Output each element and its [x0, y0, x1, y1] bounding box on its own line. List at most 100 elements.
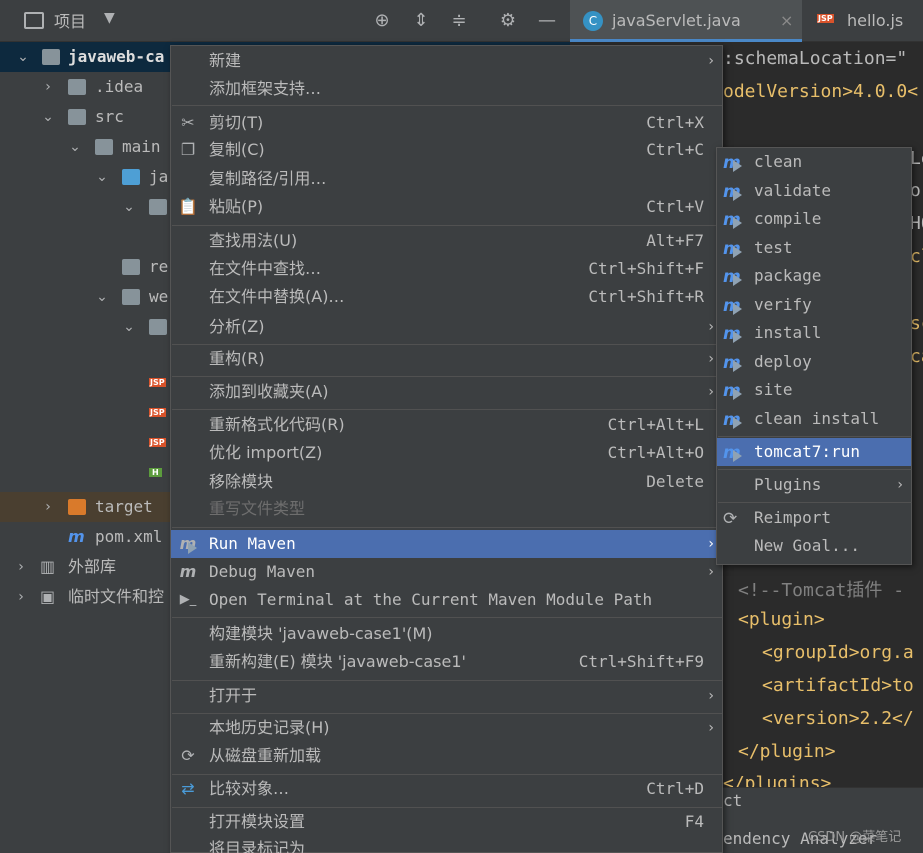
- submenu-label: site: [754, 380, 793, 399]
- menu-item-open-in[interactable]: 打开于 ›: [171, 682, 722, 710]
- menu-label: 添加框架支持…: [209, 79, 322, 98]
- chevron-right-icon[interactable]: ›: [13, 582, 29, 612]
- menu-item-module-settings[interactable]: 打开模块设置 F4: [171, 808, 722, 836]
- folder-icon: [95, 139, 113, 155]
- menu-item-analyze[interactable]: 分析(Z) ›: [171, 313, 722, 341]
- submenu-item-site[interactable]: m site: [717, 376, 911, 404]
- gear-icon[interactable]: ⚙: [497, 10, 519, 32]
- menu-label: 比较对象…: [209, 779, 290, 798]
- menu-item-copy[interactable]: ❐ 复制(C) Ctrl+C: [171, 136, 722, 164]
- tab-label: hello.js: [847, 11, 904, 30]
- submenu-item-clean-install[interactable]: m clean install: [717, 405, 911, 433]
- menu-shortcut: Ctrl+C: [646, 140, 704, 159]
- menu-item-refactor[interactable]: 重构(R) ›: [171, 345, 722, 373]
- menu-item-mark-directory-as[interactable]: 将目录标记为: [171, 835, 722, 853]
- close-icon[interactable]: ×: [780, 0, 793, 42]
- submenu-item-deploy[interactable]: m deploy: [717, 348, 911, 376]
- tab-hello[interactable]: JSP hello.js: [815, 0, 923, 42]
- submenu-item-clean[interactable]: m clean: [717, 148, 911, 176]
- menu-label: 重写文件类型: [209, 499, 306, 518]
- submenu-item-install[interactable]: m install: [717, 319, 911, 347]
- submenu-item-test[interactable]: m test: [717, 234, 911, 262]
- menu-separator: [172, 105, 722, 106]
- chevron-down-icon[interactable]: ▼: [104, 10, 115, 26]
- menu-item-run-maven[interactable]: m Run Maven ›: [171, 530, 722, 558]
- menu-item-add-framework[interactable]: 添加框架支持…: [171, 75, 722, 103]
- context-menu: 新建 › 添加框架支持… ✂ 剪切(T) Ctrl+X ❐ 复制(C) Ctrl+C 复制…: [170, 45, 723, 853]
- menu-item-copy-path[interactable]: 复制路径/引用…: [171, 165, 722, 193]
- chevron-down-icon[interactable]: ⌄: [94, 282, 110, 312]
- submenu-label: clean: [754, 152, 803, 171]
- menu-item-remove-module[interactable]: 移除模块 Delete: [171, 468, 722, 496]
- submenu-item-new-goal[interactable]: New Goal...: [717, 532, 911, 560]
- library-icon: ▥: [40, 557, 56, 576]
- collapse-all-icon[interactable]: ≑: [448, 10, 470, 32]
- submenu-item-package[interactable]: m package: [717, 262, 911, 290]
- menu-item-local-history[interactable]: 本地历史记录(H) ›: [171, 714, 722, 742]
- menu-item-add-to-favorites[interactable]: 添加到收藏夹(A) ›: [171, 378, 722, 406]
- chevron-right-icon: ›: [897, 477, 903, 493]
- chevron-right-icon[interactable]: ›: [40, 492, 56, 522]
- maven-goal-icon: m: [723, 296, 742, 316]
- resources-folder-icon: [122, 259, 140, 275]
- bottom-text: ct: [723, 791, 743, 810]
- menu-label: 打开模块设置: [209, 812, 306, 831]
- menu-label: 从磁盘重新加载: [209, 746, 322, 765]
- submenu-item-tomcat7-run[interactable]: m tomcat7:run: [717, 438, 911, 466]
- code-line: <artifactId>to: [762, 675, 914, 696]
- submenu-label: test: [754, 238, 793, 257]
- menu-label: 在文件中查找…: [209, 259, 322, 278]
- menu-separator: [718, 502, 912, 503]
- submenu-item-plugins[interactable]: Plugins ›: [717, 471, 911, 499]
- menu-item-find-usages[interactable]: 查找用法(U) Alt+F7: [171, 227, 722, 255]
- chevron-down-icon[interactable]: ⌄: [67, 132, 83, 162]
- folder-icon: [149, 319, 167, 335]
- menu-shortcut: Ctrl+Shift+R: [588, 287, 704, 306]
- menu-item-open-terminal[interactable]: ▶_ Open Terminal at the Current Maven Mo…: [171, 586, 722, 614]
- chevron-right-icon: ›: [708, 564, 714, 580]
- submenu-item-reimport[interactable]: ⟳ Reimport: [717, 504, 911, 532]
- submenu-item-verify[interactable]: m verify: [717, 291, 911, 319]
- menu-label: 本地历史记录(H): [209, 718, 330, 737]
- tab-javaservlet[interactable]: C javaServlet.java ×: [570, 0, 802, 42]
- project-title[interactable]: 项目: [54, 8, 86, 32]
- menu-item-replace-in-files[interactable]: 在文件中替换(A)… Ctrl+Shift+R: [171, 283, 722, 311]
- menu-item-rebuild-module[interactable]: 重新构建(E) 模块 'javaweb-case1' Ctrl+Shift+F9: [171, 648, 722, 676]
- chevron-down-icon[interactable]: ⌄: [121, 312, 137, 342]
- menu-label: Open Terminal at the Current Maven Modul…: [209, 590, 653, 609]
- chevron-down-icon[interactable]: ⌄: [121, 192, 137, 222]
- minimize-icon[interactable]: —: [536, 10, 558, 32]
- menu-label: 复制路径/引用…: [209, 169, 327, 188]
- chevron-right-icon[interactable]: ›: [40, 72, 56, 102]
- menu-item-reload-from-disk[interactable]: ⟳ 从磁盘重新加载: [171, 742, 722, 770]
- tree-label: pom.xml: [95, 527, 163, 546]
- menu-item-cut[interactable]: ✂ 剪切(T) Ctrl+X: [171, 109, 722, 137]
- chevron-down-icon[interactable]: ⌄: [94, 162, 110, 192]
- menu-label: 将目录标记为: [209, 839, 306, 853]
- chevron-right-icon: ›: [708, 53, 714, 69]
- chevron-down-icon[interactable]: ⌄: [15, 42, 31, 72]
- submenu-item-compile[interactable]: m compile: [717, 205, 911, 233]
- menu-item-new[interactable]: 新建 ›: [171, 47, 722, 75]
- maven-goal-icon: m: [723, 239, 742, 259]
- chevron-right-icon[interactable]: ›: [13, 552, 29, 582]
- menu-item-optimize-imports[interactable]: 优化 import(Z) Ctrl+Alt+O: [171, 439, 722, 467]
- menu-item-compare-with[interactable]: ⇄ 比较对象… Ctrl+D: [171, 775, 722, 803]
- menu-label: 重新构建(E) 模块 'javaweb-case1': [209, 652, 466, 671]
- code-line: <plugin>: [738, 609, 825, 630]
- menu-item-paste[interactable]: 📋 粘贴(P) Ctrl+V: [171, 193, 722, 221]
- menu-separator: [172, 617, 722, 618]
- menu-item-build-module[interactable]: 构建模块 'javaweb-case1'(M): [171, 620, 722, 648]
- maven-goal-icon: m: [723, 443, 742, 463]
- menu-item-debug-maven[interactable]: m Debug Maven ›: [171, 558, 722, 586]
- expand-all-icon[interactable]: ⇕: [410, 10, 432, 32]
- menu-item-reformat-code[interactable]: 重新格式化代码(R) Ctrl+Alt+L: [171, 411, 722, 439]
- menu-label: 重构(R): [209, 349, 265, 368]
- submenu-label: install: [754, 323, 822, 342]
- chevron-down-icon[interactable]: ⌄: [40, 102, 56, 132]
- submenu-item-validate[interactable]: m validate: [717, 177, 911, 205]
- menu-label: 复制(C): [209, 140, 265, 159]
- maven-goal-icon: m: [723, 267, 742, 287]
- menu-item-find-in-files[interactable]: 在文件中查找… Ctrl+Shift+F: [171, 255, 722, 283]
- crosshair-icon[interactable]: ⊕: [371, 10, 393, 32]
